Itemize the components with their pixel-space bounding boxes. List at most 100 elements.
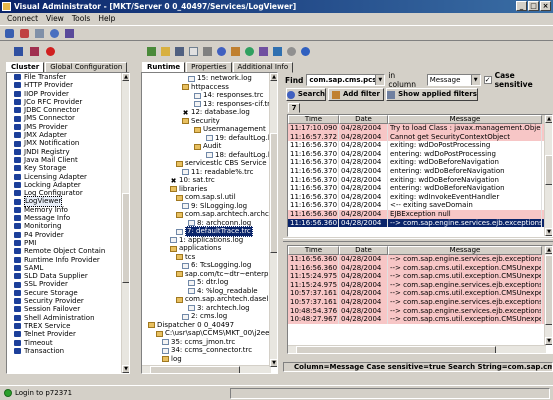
filtered-hscroll-thumb[interactable] [296, 346, 496, 353]
copy-button[interactable] [187, 45, 199, 57]
service-item[interactable]: Transaction [7, 347, 123, 355]
menu-tools[interactable]: Tools [68, 13, 94, 25]
reload-button[interactable] [243, 45, 255, 57]
filtered-table-vertical-scrollbar[interactable]: ▲ ▼ [544, 246, 552, 345]
case-sensitive-checkbox[interactable]: ✓ [483, 76, 492, 84]
service-item[interactable]: Remote Object Contain [7, 247, 123, 255]
filtered-column-header-date[interactable]: Date [339, 246, 388, 255]
service-item[interactable]: P4 Provider [7, 231, 123, 239]
add-filter-button[interactable]: Add filter [328, 88, 384, 101]
table-scroll-down-arrow[interactable]: ▼ [545, 228, 552, 236]
find-dropdown-arrow[interactable]: ▼ [375, 75, 385, 85]
service-item[interactable]: PMI [7, 239, 123, 247]
table-row[interactable]: 11:15:24.975 04/28/2004 --> com.sap.engine… [288, 280, 552, 290]
filtered-scroll-down-arrow[interactable]: ▼ [545, 337, 552, 345]
scroll-up-arrow[interactable]: ▲ [122, 73, 129, 81]
table-row[interactable]: 10:48:54.376 04/28/2004 --> com.sap.engine… [288, 306, 552, 316]
tree-scroll-up-arrow[interactable]: ▲ [270, 73, 277, 81]
filtered-scroll-thumb[interactable] [545, 255, 552, 325]
tree-vertical-scrollbar[interactable]: ▲ ▼ [269, 73, 277, 367]
service-item[interactable]: File Transfer [7, 73, 123, 81]
service-item[interactable]: Security Provider [7, 297, 123, 305]
scroll-thumb[interactable] [122, 193, 129, 283]
filtered-table-horizontal-scrollbar[interactable] [288, 345, 546, 353]
table-row[interactable]: 11:16:56.370 04/28/2004 exiting: wdInvokeE… [288, 192, 552, 202]
print-button[interactable] [201, 45, 213, 57]
service-item[interactable]: JMS Provider [7, 123, 123, 131]
close-button[interactable]: × [540, 1, 551, 11]
service-item[interactable]: Shell Administration [7, 314, 123, 322]
filtered-column-header-message[interactable]: Message [388, 246, 542, 255]
scroll-down-arrow[interactable]: ▼ [122, 365, 129, 373]
services-scrollbar[interactable]: ▲ ▼ [121, 73, 129, 373]
show-applied-filters-button[interactable]: Show applied filters [386, 88, 478, 101]
service-item[interactable]: SSL Provider [7, 280, 123, 288]
column-select[interactable]: Message ▼ [426, 74, 481, 86]
table-row[interactable]: 10:57:37.161 04/28/2004 --> com.sap.cms.ut… [288, 289, 552, 298]
table-row[interactable]: 10:48:27.967 04/28/2004 --> com.sap.cms.ut… [288, 315, 552, 324]
tree-folder[interactable]: log [162, 355, 182, 364]
table-row[interactable]: 11:16:56.370 04/28/2004 exiting: wdDoPostP… [288, 141, 552, 150]
service-item[interactable]: HTTP Provider [7, 81, 123, 89]
table-row[interactable]: 10:57:37.161 04/28/2004 --> com.sap.engine… [288, 297, 552, 307]
start-button[interactable] [12, 45, 24, 57]
tree-scroll-down-arrow[interactable]: ▼ [270, 359, 277, 367]
service-item[interactable]: JMS Connector [7, 114, 123, 122]
stop-node-button[interactable] [44, 45, 56, 57]
minimize-button[interactable]: _ [516, 1, 527, 11]
table-row[interactable]: 11:15:24.975 04/28/2004 --> com.sap.cms.ut… [288, 272, 552, 281]
filtered-column-header-time[interactable]: Time [288, 246, 339, 255]
column-header-message[interactable]: Message [388, 115, 542, 124]
service-item[interactable]: Timeout [7, 339, 123, 347]
service-item[interactable]: Java Mail Client [7, 156, 123, 164]
connect-button[interactable] [3, 27, 15, 39]
column-dropdown-arrow[interactable]: ▼ [470, 75, 480, 85]
menu-connect[interactable]: Connect [3, 13, 42, 25]
window-titlebar[interactable]: Visual Administrator - [MKT/Server 0 0_4… [0, 0, 553, 13]
search-button[interactable]: Search [286, 88, 326, 101]
menu-help[interactable]: Help [94, 13, 119, 25]
view-button[interactable] [271, 45, 283, 57]
service-item[interactable]: Licensing Adapter [7, 173, 123, 181]
service-item[interactable]: Secure Storage [7, 289, 123, 297]
service-item[interactable]: Locking Adapter [7, 181, 123, 189]
tree-hscroll-thumb[interactable] [150, 366, 240, 373]
find-button[interactable] [215, 45, 227, 57]
settings-button[interactable] [285, 45, 297, 57]
service-item[interactable]: TREX Service [7, 322, 123, 330]
find-input[interactable]: com.sap.cms.pcs.com ▼ [306, 74, 386, 86]
table-scroll-thumb[interactable] [545, 155, 552, 185]
table-row[interactable]: 11:16:57.372 04/28/2004 Cannot get Securit… [288, 132, 552, 142]
maximize-button[interactable]: □ [528, 1, 539, 11]
merge-button[interactable] [257, 45, 269, 57]
service-item[interactable]: Runtime Info Provider [7, 256, 123, 264]
menu-view[interactable]: View [42, 13, 68, 25]
table-splitter[interactable] [283, 238, 553, 242]
stop-button[interactable] [28, 45, 40, 57]
disconnect-button[interactable] [18, 27, 30, 39]
column-header-time[interactable]: Time [288, 115, 339, 124]
service-item[interactable]: Message Info [7, 214, 123, 222]
tab-result-7[interactable]: 7 [288, 103, 300, 113]
service-item[interactable]: JMX Adapter [7, 131, 123, 139]
table-row[interactable]: 11:16:56.370 04/28/2004 exiting: wdDoBefor… [288, 158, 552, 167]
table-row[interactable]: 11:16:56.370 04/28/2004 entering: wdDoBefo… [288, 184, 552, 193]
table-row[interactable]: 11:16:56.370 04/28/2004 exiting: wdDoBefor… [288, 175, 552, 185]
column-header-date[interactable]: Date [339, 115, 388, 124]
service-item[interactable]: Session Failover [7, 305, 123, 313]
service-item[interactable]: Telnet Provider [7, 330, 123, 338]
service-item[interactable]: JCo RFC Provider [7, 98, 123, 106]
service-item[interactable]: Monitoring [7, 222, 123, 230]
service-item[interactable]: Memory Info [7, 206, 123, 214]
table-scroll-up-arrow[interactable]: ▲ [545, 115, 552, 123]
service-item[interactable]: IIOP Provider [7, 90, 123, 98]
table-row[interactable]: 11:16:56.360 04/28/2004 --> com.sap.engine… [288, 218, 552, 228]
tool-button[interactable] [63, 27, 75, 39]
service-item[interactable]: JDBC Connector [7, 106, 123, 114]
table-row[interactable]: 11:16:56.360 04/28/2004 --> com.sap.cms.ut… [288, 263, 552, 273]
tree-scroll-thumb[interactable] [270, 133, 277, 253]
filtered-scroll-up-arrow[interactable]: ▲ [545, 246, 552, 254]
help-button[interactable] [299, 45, 311, 57]
service-item[interactable]: Key Storage [7, 164, 123, 172]
service-item[interactable]: LogViewer [7, 196, 123, 207]
